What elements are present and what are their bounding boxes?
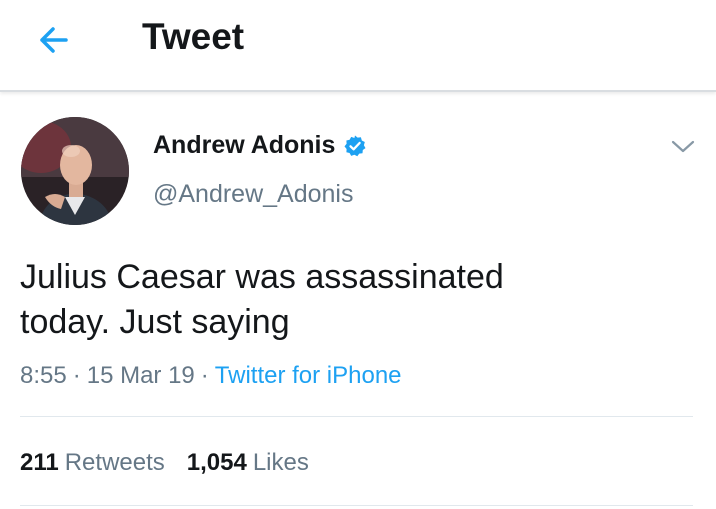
tweet-time: 8:55 [20,362,67,389]
tweet-date: 15 Mar 19 [86,362,195,389]
retweets-label: Retweets [64,449,165,476]
tweet-stats: 211 Retweets 1,054 Likes [20,449,309,477]
author-name-row: Andrew Adonis [153,131,367,160]
chevron-down-icon[interactable] [670,138,696,156]
back-arrow-icon[interactable] [34,20,74,60]
retweets-stat[interactable]: 211 Retweets [20,449,165,476]
divider [20,416,693,417]
page-title: Tweet [142,16,245,57]
tweet-text-line: Julius Caesar was assassinated [20,258,504,296]
verified-badge-icon [344,135,366,156]
tweet-meta: 8:55 · 15 Mar 19 · Twitter for iPhone [20,362,402,390]
author-handle[interactable]: @Andrew_Adonis [153,180,354,209]
tweet-text: Julius Caesar was assassinated today. Ju… [20,255,680,345]
separator-dot: · [200,362,209,389]
likes-count: 1,054 [186,449,247,476]
top-bar: Tweet [0,0,716,92]
retweets-count: 211 [20,449,59,476]
likes-stat[interactable]: 1,054 Likes [187,449,309,476]
separator-dot: · [72,362,81,389]
likes-label: Likes [252,449,309,476]
divider [20,505,693,506]
tweet-text-line: today. Just saying [20,303,290,341]
avatar[interactable] [21,117,129,225]
author-name[interactable]: Andrew Adonis [153,131,335,160]
tweet-source-link[interactable]: Twitter for iPhone [215,362,402,389]
